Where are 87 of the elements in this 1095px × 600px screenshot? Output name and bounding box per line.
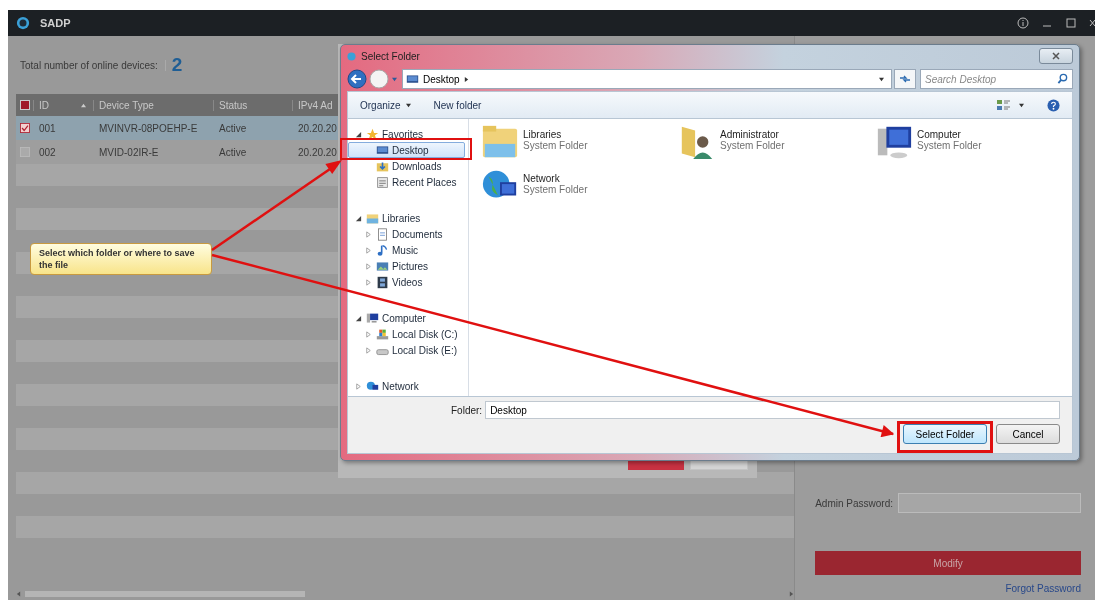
dropdown-caret-icon[interactable] [878,76,885,82]
nav-item[interactable]: Libraries [348,210,465,226]
caret-icon[interactable] [1018,102,1025,108]
chevron-right-icon[interactable] [463,75,469,83]
computer-icon [366,311,379,325]
checkbox[interactable] [19,147,30,157]
history-caret-icon[interactable] [391,76,398,82]
nav-item[interactable]: Network [348,378,465,394]
info-icon[interactable] [1017,17,1029,29]
modify-button[interactable]: Modify [815,551,1081,575]
breadcrumb-item[interactable]: Desktop [423,73,460,85]
close-button[interactable] [1039,48,1073,64]
folder-name[interactable]: Network [523,173,588,184]
nav-item[interactable]: Favorites [348,126,465,142]
view-options-icon[interactable] [996,99,1012,111]
folder-field[interactable]: Desktop [485,401,1060,419]
nav-item[interactable]: Music [348,242,465,258]
nav-item[interactable]: Desktop [348,142,465,158]
folder-type: System Folder [523,140,588,151]
folder-type: System Folder [917,140,982,151]
table-cell-text: 001 [38,122,57,134]
folder-download-icon [376,159,389,173]
monitor-icon [376,143,389,157]
online-devices-label: Total number of online devices: [20,59,166,71]
close-icon[interactable] [1089,17,1095,29]
table-cell-text: MVINVR-08POEHP-E [98,122,199,134]
folder-name[interactable]: Libraries [523,129,588,140]
expanded-arrow-icon [355,314,362,322]
table-cell-text: 20.20.20 [297,146,338,158]
folder-type: System Folder [523,184,588,195]
caret-icon [404,102,412,108]
app-logo-icon [16,16,30,30]
folder-type: System Folder [720,140,785,151]
nav-item[interactable]: Local Disk (E:) [348,342,465,358]
nav-item[interactable]: Local Disk (C:) [348,326,465,342]
address-bar[interactable]: Desktop [402,69,892,89]
collapsed-arrow-icon [355,382,362,390]
app-title: SADP [40,17,71,29]
admin-password-field[interactable] [898,493,1081,513]
music-note-icon [376,243,389,257]
new-folder-button[interactable]: New folder [433,99,482,111]
nav-item[interactable]: Videos [348,274,465,290]
scroll-left-icon[interactable] [16,591,21,597]
dialog-app-icon [347,51,356,61]
system-drive-icon [376,327,389,341]
nav-item[interactable]: Recent Places [348,174,465,190]
admin-password-label: Admin Password: [815,497,893,509]
online-devices-count: 2 [171,54,183,76]
scroll-right-icon[interactable] [789,591,795,597]
close-icon [1051,52,1061,60]
table-cell-text: 002 [38,146,57,158]
sort-ascending-icon[interactable] [80,102,87,108]
annotation-callout: Select which folder or where to save the file [30,243,212,275]
film-icon [376,275,389,289]
search-field[interactable]: Search Desktop [920,69,1073,89]
horizontal-scrollbar[interactable] [16,588,795,600]
organize-menu[interactable]: Organize [360,99,412,111]
table-cell-text: Active [218,122,248,134]
refresh-button[interactable] [894,69,916,89]
library-folder-icon [366,211,379,225]
dialog-title: Select Folder [361,50,420,62]
nav-item[interactable]: Documents [348,226,465,242]
recent-places-icon [376,175,389,189]
table-cell-text: Active [218,146,248,158]
cancel-button[interactable]: Cancel [996,424,1060,444]
help-icon[interactable] [1047,98,1060,112]
expanded-arrow-icon [355,214,362,222]
network-icon [366,379,379,393]
folder-name[interactable]: Computer [917,129,982,140]
nav-item[interactable]: Downloads [348,158,465,174]
expanded-arrow-icon [355,130,362,138]
search-icon [1057,73,1068,84]
maximize-icon[interactable] [1065,17,1077,29]
picture-icon [376,259,389,273]
star-icon [366,127,379,141]
refresh-icon [899,74,911,84]
select-folder-button[interactable]: Select Folder [903,424,987,444]
table-cell-text: MVID-02IR-E [98,146,160,158]
nav-item[interactable]: Computer [348,310,465,326]
folder-label: Folder: [451,404,483,416]
nav-item[interactable]: Pictures [348,258,465,274]
select-all-checkbox[interactable] [19,100,30,110]
folder-name[interactable]: Administrator [720,129,785,140]
monitor-icon [406,72,419,86]
table-cell-text: 20.20.20 [297,122,338,134]
checkbox-checked[interactable] [19,123,30,133]
document-icon [376,227,389,241]
